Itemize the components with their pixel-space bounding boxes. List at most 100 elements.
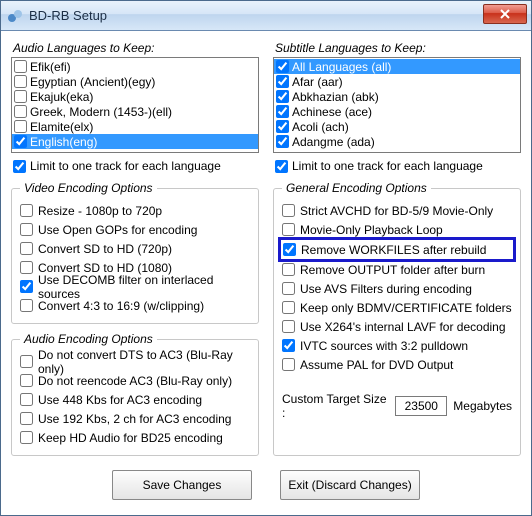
subtitle-lang-checkbox[interactable]: [276, 120, 289, 133]
audio-opt-label: Do not convert DTS to AC3 (Blu-Ray only): [38, 348, 250, 376]
general-opt-label: Strict AVCHD for BD-5/9 Movie-Only: [300, 204, 493, 218]
subtitle-lang-label: Afar (aar): [292, 75, 343, 89]
subtitle-lang-label: Adangme (ada): [292, 135, 375, 149]
audio-lang-checkbox[interactable]: [14, 60, 27, 73]
general-opt-row[interactable]: Keep only BDMV/CERTIFICATE folders: [282, 298, 512, 317]
general-opt-label: Use AVS Filters during encoding: [300, 282, 472, 296]
general-opt-row[interactable]: Use X264's internal LAVF for decoding: [282, 317, 512, 336]
audio-lang-row[interactable]: Ekajuk(eka): [12, 89, 258, 104]
subtitle-lang-label: Achinese (ace): [292, 105, 372, 119]
general-encoding-group: General Encoding Options Strict AVCHD fo…: [273, 181, 521, 456]
audio-lang-label: Greek, Modern (1453-)(ell): [30, 105, 172, 119]
audio-limit-checkbox[interactable]: [13, 160, 26, 173]
subtitle-lang-checkbox[interactable]: [276, 90, 289, 103]
general-opt-checkbox[interactable]: [282, 358, 295, 371]
general-opt-row[interactable]: Remove OUTPUT folder after burn: [282, 260, 512, 279]
general-opt-checkbox[interactable]: [282, 320, 295, 333]
app-icon: [7, 8, 23, 24]
general-opt-row[interactable]: Remove WORKFILES after rebuild: [283, 240, 511, 259]
audio-lang-label: Elamite(elx): [30, 120, 93, 134]
subtitle-lang-row[interactable]: Acoli (ach): [274, 119, 520, 134]
audio-opt-label: Do not reencode AC3 (Blu-Ray only): [38, 374, 232, 388]
general-opt-label: Keep only BDMV/CERTIFICATE folders: [300, 301, 512, 315]
general-encoding-legend: General Encoding Options: [282, 181, 431, 195]
dialog-buttons: Save Changes Exit (Discard Changes): [11, 462, 521, 504]
audio-opt-checkbox[interactable]: [20, 412, 33, 425]
dialog-content: Audio Languages to Keep: Efik(efi)Egypti…: [1, 31, 531, 515]
subtitle-langs-label: Subtitle Languages to Keep:: [275, 41, 521, 55]
subtitle-limit-label: Limit to one track for each language: [292, 159, 483, 173]
audio-limit-row[interactable]: Limit to one track for each language: [13, 159, 259, 173]
audio-opt-checkbox[interactable]: [20, 431, 33, 444]
audio-lang-checkbox[interactable]: [14, 75, 27, 88]
general-opt-checkbox[interactable]: [282, 223, 295, 236]
audio-lang-row[interactable]: English(eng): [12, 134, 258, 149]
general-opt-label: Movie-Only Playback Loop: [300, 223, 443, 237]
audio-opt-checkbox[interactable]: [20, 355, 33, 368]
general-opt-row[interactable]: Use AVS Filters during encoding: [282, 279, 512, 298]
general-opt-checkbox[interactable]: [283, 243, 296, 256]
general-opt-checkbox[interactable]: [282, 282, 295, 295]
video-opt-row[interactable]: Use DECOMB filter on interlaced sources: [20, 277, 250, 296]
audio-lang-label: Ekajuk(eka): [30, 90, 93, 104]
subtitle-lang-row[interactable]: Achinese (ace): [274, 104, 520, 119]
subtitle-lang-row[interactable]: Afar (aar): [274, 74, 520, 89]
save-button[interactable]: Save Changes: [112, 470, 252, 500]
video-opt-checkbox[interactable]: [20, 261, 33, 274]
audio-langs-list[interactable]: Efik(efi)Egyptian (Ancient)(egy)Ekajuk(e…: [11, 57, 259, 153]
audio-opt-checkbox[interactable]: [20, 374, 33, 387]
audio-opt-row[interactable]: Use 448 Kbs for AC3 encoding: [20, 390, 250, 409]
subtitle-lang-checkbox[interactable]: [276, 60, 289, 73]
custom-target-row: Custom Target Size : Megabytes: [282, 392, 512, 420]
audio-lang-row[interactable]: Elamite(elx): [12, 119, 258, 134]
audio-opt-row[interactable]: Use 192 Kbs, 2 ch for AC3 encoding: [20, 409, 250, 428]
subtitle-langs-list[interactable]: All Languages (all)Afar (aar)Abkhazian (…: [273, 57, 521, 153]
audio-lang-label: English(eng): [30, 135, 97, 149]
general-opt-label: IVTC sources with 3:2 pulldown: [300, 339, 468, 353]
custom-target-input[interactable]: [395, 396, 447, 416]
audio-lang-row[interactable]: Greek, Modern (1453-)(ell): [12, 104, 258, 119]
audio-opt-row[interactable]: Do not convert DTS to AC3 (Blu-Ray only): [20, 352, 250, 371]
video-opt-row[interactable]: Resize - 1080p to 720p: [20, 201, 250, 220]
audio-lang-checkbox[interactable]: [14, 90, 27, 103]
custom-target-unit: Megabytes: [453, 399, 512, 413]
audio-lang-row[interactable]: Egyptian (Ancient)(egy): [12, 74, 258, 89]
subtitle-lang-checkbox[interactable]: [276, 135, 289, 148]
subtitle-lang-row[interactable]: All Languages (all): [274, 59, 520, 74]
video-opt-row[interactable]: Use Open GOPs for encoding: [20, 220, 250, 239]
general-opt-row[interactable]: IVTC sources with 3:2 pulldown: [282, 336, 512, 355]
audio-lang-checkbox[interactable]: [14, 120, 27, 133]
video-opt-checkbox[interactable]: [20, 223, 33, 236]
subtitle-limit-row[interactable]: Limit to one track for each language: [275, 159, 521, 173]
audio-lang-checkbox[interactable]: [14, 105, 27, 118]
audio-langs-label: Audio Languages to Keep:: [13, 41, 259, 55]
general-opt-row[interactable]: Assume PAL for DVD Output: [282, 355, 512, 374]
audio-lang-checkbox[interactable]: [14, 135, 27, 148]
close-button[interactable]: [483, 4, 527, 24]
audio-opt-row[interactable]: Keep HD Audio for BD25 encoding: [20, 428, 250, 447]
general-opt-checkbox[interactable]: [282, 339, 295, 352]
subtitle-lang-row[interactable]: Adangme (ada): [274, 134, 520, 149]
exit-button[interactable]: Exit (Discard Changes): [280, 470, 420, 500]
subtitle-limit-checkbox[interactable]: [275, 160, 288, 173]
subtitle-lang-checkbox[interactable]: [276, 75, 289, 88]
general-opt-checkbox[interactable]: [282, 301, 295, 314]
video-encoding-group: Video Encoding Options Resize - 1080p to…: [11, 181, 259, 324]
video-opt-checkbox[interactable]: [20, 280, 33, 293]
audio-opt-checkbox[interactable]: [20, 393, 33, 406]
video-opt-checkbox[interactable]: [20, 204, 33, 217]
video-opt-label: Convert SD to HD (720p): [38, 242, 172, 256]
general-opt-row[interactable]: Strict AVCHD for BD-5/9 Movie-Only: [282, 201, 512, 220]
video-opt-checkbox[interactable]: [20, 299, 33, 312]
general-opt-checkbox[interactable]: [282, 204, 295, 217]
custom-target-label: Custom Target Size :: [282, 392, 389, 420]
general-opt-label: Use X264's internal LAVF for decoding: [300, 320, 506, 334]
subtitle-lang-checkbox[interactable]: [276, 105, 289, 118]
video-opt-checkbox[interactable]: [20, 242, 33, 255]
audio-opt-row[interactable]: Do not reencode AC3 (Blu-Ray only): [20, 371, 250, 390]
video-opt-row[interactable]: Convert SD to HD (720p): [20, 239, 250, 258]
general-opt-checkbox[interactable]: [282, 263, 295, 276]
subtitle-lang-row[interactable]: Abkhazian (abk): [274, 89, 520, 104]
audio-lang-row[interactable]: Efik(efi): [12, 59, 258, 74]
audio-encoding-legend: Audio Encoding Options: [20, 332, 157, 346]
